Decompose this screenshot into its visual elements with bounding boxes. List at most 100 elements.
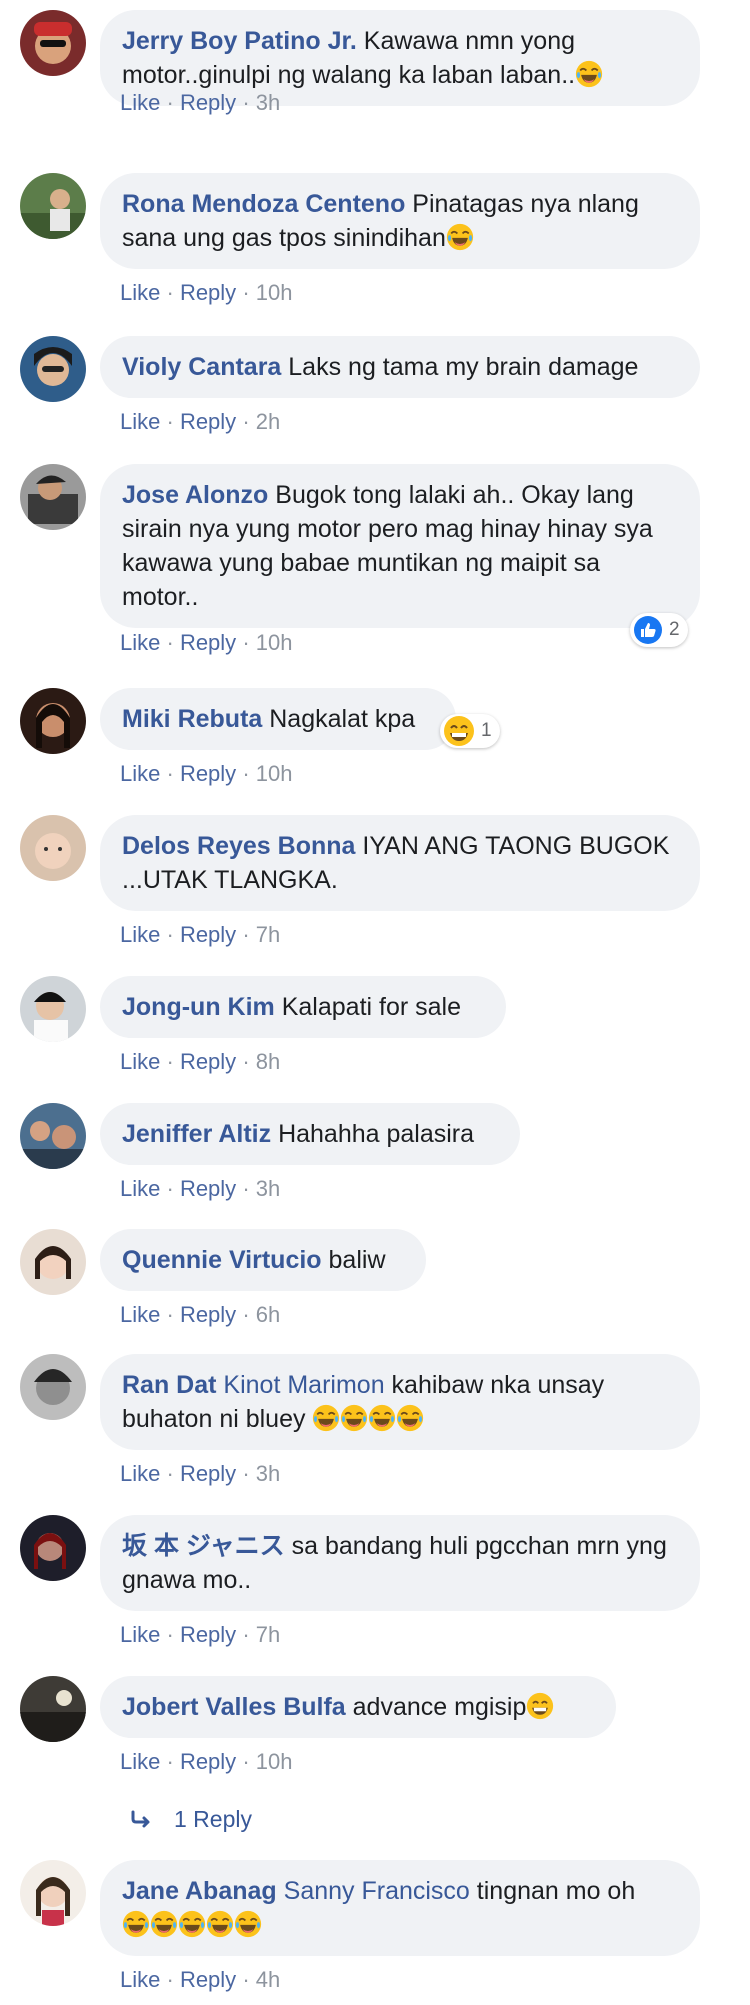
laughing-tears-emoji-icon (368, 1404, 396, 1432)
comment-author[interactable]: Jane Abanag (122, 1877, 277, 1905)
avatar[interactable] (20, 1354, 86, 1420)
separator: · (242, 1749, 250, 1774)
comment-author[interactable]: Delos Reyes Bonna (122, 832, 355, 860)
comment-actions: Like · Reply · 10h (120, 1749, 292, 1775)
separator: · (242, 409, 250, 434)
timestamp[interactable]: 4h (256, 1967, 280, 1992)
avatar[interactable] (20, 1860, 86, 1926)
timestamp[interactable]: 10h (256, 280, 293, 305)
timestamp[interactable]: 2h (256, 409, 280, 434)
separator: · (166, 1049, 174, 1074)
grinning-emoji-icon (526, 1692, 554, 1720)
like-button[interactable]: Like (120, 1622, 160, 1647)
reaction-badge[interactable]: 2 (630, 613, 688, 647)
reply-button[interactable]: Reply (180, 280, 236, 305)
comment-text: Nagkalat kpa (269, 705, 416, 733)
like-button[interactable]: Like (120, 1967, 160, 1992)
comment-author[interactable]: 坂 本 ジャニス (122, 1532, 285, 1560)
laughing-tears-emoji-icon (312, 1404, 340, 1432)
avatar[interactable] (20, 1515, 86, 1581)
reply-button[interactable]: Reply (180, 630, 236, 655)
avatar[interactable] (20, 976, 86, 1042)
like-button[interactable]: Like (120, 1049, 160, 1074)
reply-button[interactable]: Reply (180, 761, 236, 786)
comment-text: advance mgisip (352, 1693, 527, 1721)
timestamp[interactable]: 3h (256, 1176, 280, 1201)
comment-author[interactable]: Miki Rebuta (122, 705, 262, 733)
comment-author[interactable]: Rona Mendoza Centeno (122, 190, 405, 218)
timestamp[interactable]: 6h (256, 1302, 280, 1327)
like-button[interactable]: Like (120, 90, 160, 115)
reply-button[interactable]: Reply (180, 1176, 236, 1201)
comment-author[interactable]: Jose Alonzo (122, 481, 268, 509)
comment-actions: Like · Reply · 10h (120, 280, 292, 306)
avatar[interactable] (20, 10, 86, 76)
separator: · (166, 761, 174, 786)
timestamp[interactable]: 8h (256, 1049, 280, 1074)
reply-button[interactable]: Reply (180, 1049, 236, 1074)
comment-bubble: Jose Alonzo Bugok tong lalaki ah.. Okay … (100, 464, 700, 628)
separator: · (242, 761, 250, 786)
mention-link[interactable]: Sanny Francisco (284, 1877, 470, 1905)
mention-link[interactable]: Kinot Marimon (223, 1371, 384, 1399)
comment-bubble: 坂 本 ジャニス sa bandang huli pgcchan mrn yng… (100, 1515, 700, 1611)
separator: · (242, 1176, 250, 1201)
timestamp[interactable]: 3h (256, 1461, 280, 1486)
comment-author[interactable]: Ran Dat (122, 1371, 216, 1399)
like-button[interactable]: Like (120, 1461, 160, 1486)
avatar[interactable] (20, 336, 86, 402)
avatar[interactable] (20, 815, 86, 881)
timestamp[interactable]: 3h (256, 90, 280, 115)
reply-button[interactable]: Reply (180, 1302, 236, 1327)
timestamp[interactable]: 10h (256, 1749, 293, 1774)
comment-author[interactable]: Quennie Virtucio (122, 1246, 322, 1274)
view-replies-link[interactable]: 1 Reply (130, 1806, 252, 1833)
like-button[interactable]: Like (120, 409, 160, 434)
separator: · (166, 90, 174, 115)
reaction-badge[interactable]: 1 (440, 714, 500, 748)
reply-button[interactable]: Reply (180, 409, 236, 434)
reply-button[interactable]: Reply (180, 1622, 236, 1647)
like-button[interactable]: Like (120, 761, 160, 786)
laughing-tears-emoji-icon (234, 1910, 262, 1938)
separator: · (166, 630, 174, 655)
like-icon (634, 616, 662, 644)
avatar[interactable] (20, 688, 86, 754)
timestamp[interactable]: 7h (256, 922, 280, 947)
like-button[interactable]: Like (120, 1749, 160, 1774)
reply-button[interactable]: Reply (180, 922, 236, 947)
avatar[interactable] (20, 1676, 86, 1742)
timestamp[interactable]: 10h (256, 630, 293, 655)
comment-author[interactable]: Jerry Boy Patino Jr. (122, 27, 357, 55)
avatar[interactable] (20, 1229, 86, 1295)
replies-count[interactable]: 1 Reply (174, 1806, 252, 1833)
comment-actions: Like · Reply · 3h (120, 1461, 280, 1487)
reply-button[interactable]: Reply (180, 1461, 236, 1486)
comment-author[interactable]: Jong-un Kim (122, 993, 275, 1021)
reply-button[interactable]: Reply (180, 90, 236, 115)
comment-bubble: Delos Reyes Bonna IYAN ANG TAONG BUGOK .… (100, 815, 700, 911)
reaction-count: 2 (669, 619, 680, 640)
avatar[interactable] (20, 464, 86, 530)
comment-actions: Like · Reply · 8h (120, 1049, 280, 1075)
reply-button[interactable]: Reply (180, 1967, 236, 1992)
like-button[interactable]: Like (120, 922, 160, 947)
avatar[interactable] (20, 173, 86, 239)
comment-author[interactable]: Jeniffer Altiz (122, 1120, 271, 1148)
separator: · (242, 90, 250, 115)
like-button[interactable]: Like (120, 280, 160, 305)
comment-bubble: Jong-un Kim Kalapati for sale (100, 976, 506, 1038)
comment-bubble: Jane Abanag Sanny Francisco tingnan mo o… (100, 1860, 700, 1956)
like-button[interactable]: Like (120, 1176, 160, 1201)
comment-author[interactable]: Violy Cantara (122, 353, 281, 381)
like-button[interactable]: Like (120, 630, 160, 655)
timestamp[interactable]: 10h (256, 761, 293, 786)
like-button[interactable]: Like (120, 1302, 160, 1327)
reply-arrow-icon (131, 1810, 150, 1827)
separator: · (242, 280, 250, 305)
avatar[interactable] (20, 1103, 86, 1169)
reply-button[interactable]: Reply (180, 1749, 236, 1774)
timestamp[interactable]: 7h (256, 1622, 280, 1647)
comment-author[interactable]: Jobert Valles Bulfa (122, 1693, 346, 1721)
separator: · (166, 409, 174, 434)
